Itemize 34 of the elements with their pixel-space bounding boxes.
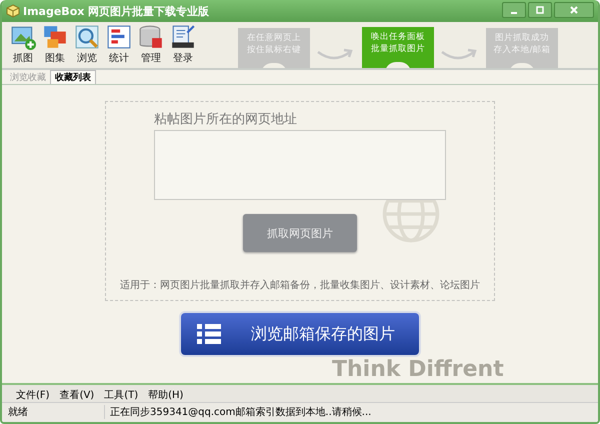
close-button[interactable] xyxy=(554,2,594,18)
menu-item[interactable]: 查看(V) xyxy=(60,388,94,402)
cube-icon xyxy=(6,4,20,18)
maximize-icon xyxy=(535,5,545,15)
toolbar-button[interactable]: 统计 xyxy=(104,24,134,68)
login-icon xyxy=(170,24,196,50)
maximize-button[interactable] xyxy=(528,2,552,18)
browse-icon xyxy=(74,24,100,50)
status-text: 正在同步359341@qq.com邮箱索引数据到本地..请稍候... xyxy=(109,406,372,418)
menu-item[interactable]: 帮助(H) xyxy=(148,388,184,402)
close-icon xyxy=(569,5,579,15)
window-title: ImageBox 网页图片批量下载专业版 xyxy=(23,4,210,18)
usage-note: 适用于：网页图片批量抓取并存入邮箱备份，批量收集图片、设计素材、论坛图片 xyxy=(120,278,480,292)
grab-icon xyxy=(10,24,36,50)
list-icon xyxy=(197,324,221,344)
menu-item[interactable]: 工具(T) xyxy=(104,388,138,402)
toolbar-button[interactable]: 登录 xyxy=(168,24,198,68)
menu-item[interactable]: 文件(F) xyxy=(16,388,50,402)
status-text: 就绪 xyxy=(2,404,105,418)
tab[interactable]: 收藏列表 xyxy=(50,70,96,84)
url-input-field[interactable] xyxy=(154,130,446,200)
step-text: 唤出任务面板批量抓取图片 xyxy=(370,31,426,55)
toolbar-button[interactable]: 图集 xyxy=(40,24,70,68)
minimize-icon xyxy=(511,12,517,14)
toolbar-button[interactable]: 浏览 xyxy=(72,24,102,68)
db-icon xyxy=(138,24,164,50)
toolbar-button[interactable]: 管理 xyxy=(136,24,166,68)
mailbox-button[interactable]: 浏览邮箱保存的图片 xyxy=(181,313,419,355)
slogan-text: Think Diffrent xyxy=(332,357,504,382)
minimize-button[interactable] xyxy=(502,2,526,18)
album-icon xyxy=(42,24,68,50)
field-label: 粘帖图片所在的网页地址 xyxy=(154,111,297,128)
stats-icon xyxy=(106,24,132,50)
toolbar-button[interactable]: 抓图 xyxy=(8,24,38,68)
